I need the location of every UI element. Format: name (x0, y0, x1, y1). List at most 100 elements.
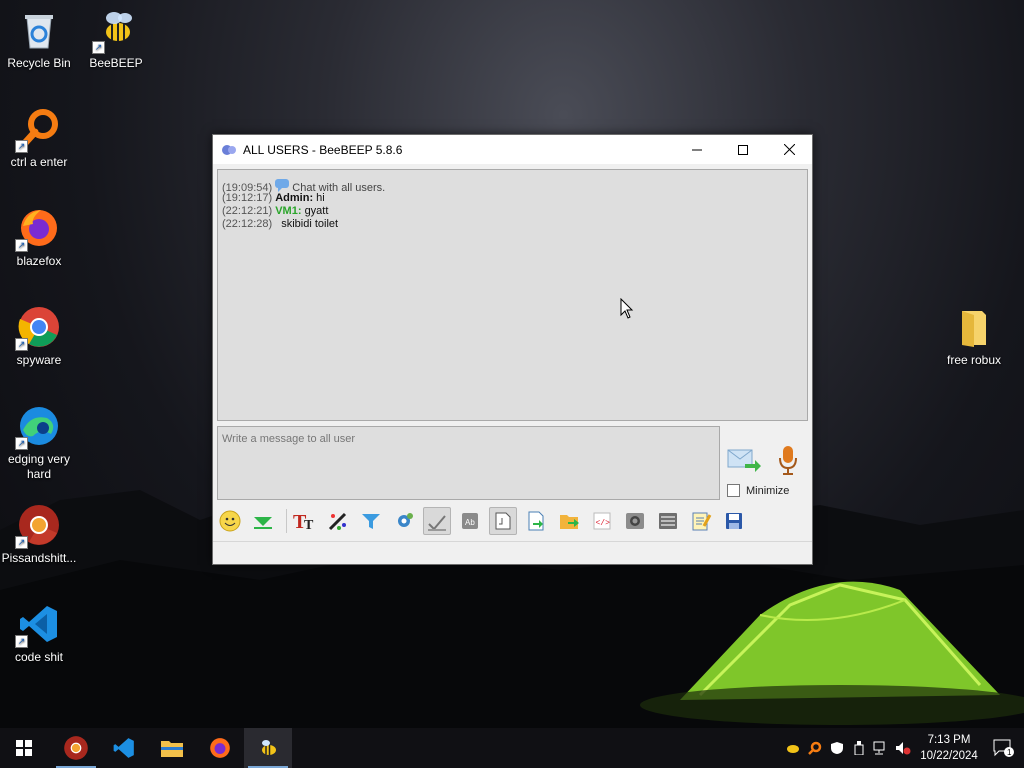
magnifier-icon (808, 741, 822, 755)
vscode-icon: ↗ (15, 602, 61, 648)
maximize-window-button[interactable] (720, 135, 766, 164)
start-button[interactable] (0, 728, 48, 768)
settings-button[interactable] (390, 507, 418, 535)
chat-history[interactable]: (19:09:54) Chat with all users. (19:12:1… (217, 169, 808, 421)
save-button[interactable] (249, 507, 277, 535)
windows-logo-icon (16, 740, 32, 756)
firefox-icon: ↗ (15, 206, 61, 252)
font-button[interactable]: TT (291, 507, 319, 535)
emoticons-button[interactable] (216, 507, 244, 535)
clock-time: 7:13 PM (927, 734, 971, 746)
tray-clock[interactable]: 7:13 PM 10/22/2024 (914, 732, 984, 764)
desktop-icon-spyware[interactable]: ↗ spyware (1, 305, 77, 368)
chrome-icon: ↗ (15, 305, 61, 351)
desktop-icon-label: edging very hard (7, 452, 71, 481)
filter-button[interactable] (357, 507, 385, 535)
bee-icon (262, 740, 276, 755)
keyboard-icon (659, 513, 677, 529)
desktop-icon-pissandshitt[interactable]: ↗ Pissandshitt... (1, 503, 77, 566)
notification-icon: 1 (993, 739, 1014, 757)
tray-security[interactable] (826, 728, 848, 768)
word-completer-button[interactable]: Ab (456, 507, 484, 535)
send-file-button[interactable] (522, 507, 550, 535)
notes-button[interactable] (687, 507, 715, 535)
message-time: (19:12:17) (222, 192, 273, 204)
desktop-icon-edging-very-hard[interactable]: ↗ edging very hard (1, 404, 77, 482)
shortcut-arrow-icon: ↗ (15, 437, 28, 450)
magnifier-icon: ↗ (15, 107, 61, 153)
font-icon: TT (293, 511, 314, 532)
svg-text:</>: </> (596, 519, 611, 528)
taskbar-file-explorer[interactable] (148, 728, 196, 768)
shortcut-arrow-icon: ↗ (15, 239, 28, 252)
voice-message-button[interactable] (776, 444, 800, 476)
floppy-disk-icon (726, 513, 742, 529)
desktop-icon-code-shit[interactable]: ↗ code shit (1, 602, 77, 665)
edge-icon: ↗ (15, 404, 61, 450)
minimize-option[interactable]: Minimize (727, 484, 789, 497)
message-user: Admin: (275, 192, 314, 204)
desktop-icon-free-robux[interactable]: free robux (936, 305, 1012, 368)
desktop-icon-beebeep[interactable]: ↗ BeeBEEP (78, 8, 154, 71)
action-center-button[interactable]: 1 (984, 728, 1024, 768)
spellcheck-icon (428, 515, 446, 531)
keyboard-button[interactable] (654, 507, 682, 535)
desktop-icon-label: BeeBEEP (89, 56, 143, 70)
tray-beebeep[interactable] (782, 728, 804, 768)
compact-view-button[interactable] (489, 507, 517, 535)
shortcut-arrow-icon: ↗ (15, 536, 28, 549)
desktop-icon-label: blazefox (16, 254, 62, 268)
volume-muted-icon (896, 742, 911, 755)
green-arrow-down-icon (254, 517, 272, 529)
shortcut-arrow-icon: ↗ (92, 41, 105, 54)
font-color-button[interactable] (324, 507, 352, 535)
minimize-window-button[interactable] (674, 135, 720, 164)
desktop-icon-label: Pissandshitt... (1, 551, 77, 565)
minimize-label: Minimize (746, 484, 790, 497)
screenshot-button[interactable] (621, 507, 649, 535)
message-time: (22:12:21) (222, 205, 273, 217)
recycle-bin-icon (17, 8, 61, 52)
chrome-alt-icon (64, 736, 88, 760)
speech-bubble-icon (275, 179, 290, 192)
window-titlebar[interactable]: ALL USERS - BeeBEEP 5.8.6 (213, 135, 812, 164)
camera-icon (626, 513, 644, 529)
html-code-icon: </> (593, 512, 611, 530)
taskbar-vscode[interactable] (100, 728, 148, 768)
send-folder-button[interactable] (555, 507, 583, 535)
desktop-icon-label: code shit (14, 650, 64, 664)
bee-icon (787, 745, 799, 753)
spell-check-button[interactable] (423, 507, 451, 535)
html-button[interactable]: </> (588, 507, 616, 535)
desktop-icon-label: free robux (946, 353, 1002, 367)
desktop-icon-ctrl-a-enter[interactable]: ↗ ctrl a enter (1, 107, 77, 170)
chrome-alt-icon: ↗ (15, 503, 61, 549)
close-window-button[interactable] (766, 135, 812, 164)
desktop-icon-label: ctrl a enter (10, 155, 68, 169)
palette-brush-icon (328, 512, 347, 531)
toolbar-separator (286, 509, 287, 533)
minimize-checkbox[interactable] (727, 484, 740, 497)
desktop-icon-recycle-bin[interactable]: Recycle Bin (1, 8, 77, 71)
taskbar-beebeep[interactable] (244, 728, 292, 768)
tray-volume[interactable] (892, 728, 914, 768)
chat-message: (22:12:28) skibidi toilet (222, 218, 338, 230)
message-time: (22:12:28) (222, 218, 273, 230)
message-input[interactable]: Write a message to all user (217, 426, 720, 500)
chat-toolbar: TT Ab </> (216, 504, 808, 538)
tray-network[interactable] (870, 728, 892, 768)
send-message-button[interactable] (727, 447, 761, 473)
tray-usb[interactable] (848, 728, 870, 768)
taskbar-chrome[interactable] (52, 728, 100, 768)
shortcut-arrow-icon: ↗ (15, 140, 28, 153)
taskbar-firefox[interactable] (196, 728, 244, 768)
file-explorer-icon (161, 741, 183, 757)
tray-search-app[interactable] (804, 728, 826, 768)
send-folder-icon (560, 515, 579, 529)
save-chat-button[interactable] (720, 507, 748, 535)
message-text: skibidi toilet (281, 218, 339, 230)
desktop-icon-blazefox[interactable]: ↗ blazefox (1, 206, 77, 269)
beebeep-window[interactable]: ALL USERS - BeeBEEP 5.8.6 (19:09:54) Cha… (212, 134, 813, 565)
app-icon (222, 144, 236, 155)
taskbar: 7:13 PM 10/22/2024 1 (0, 728, 1024, 768)
